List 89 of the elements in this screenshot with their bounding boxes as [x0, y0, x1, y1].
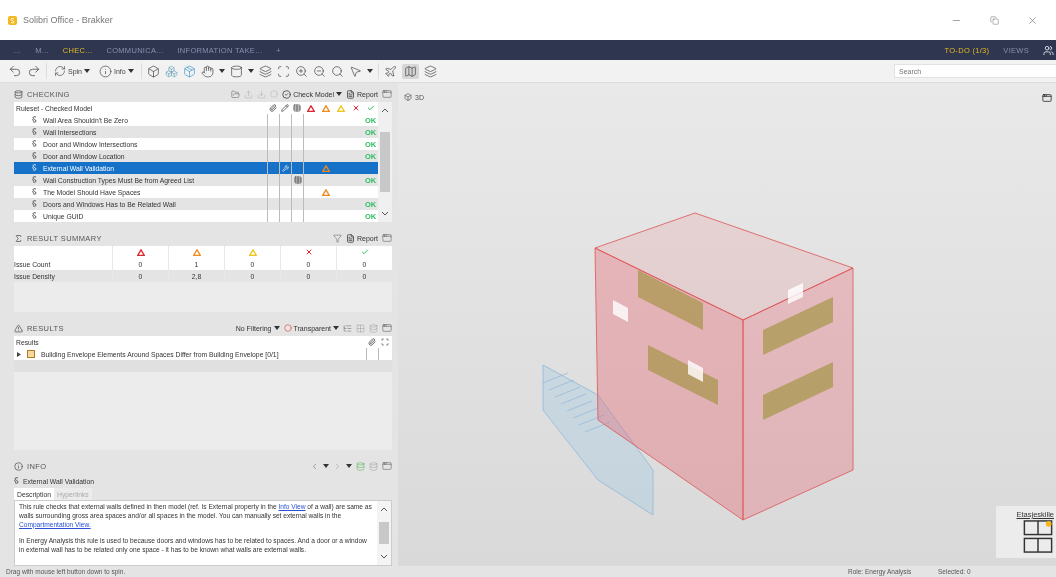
map-icon: [403, 64, 417, 78]
app-logo-icon: [8, 15, 17, 25]
section-icon: [14, 477, 19, 485]
scroll-down-icon[interactable]: [381, 555, 387, 559]
attachment-icon: [269, 104, 277, 112]
warning-icon: [14, 323, 23, 333]
circle-icon: [283, 324, 292, 332]
scan-icon: [381, 338, 389, 346]
zoom-fit-icon[interactable]: [276, 64, 290, 78]
sigma-icon: [14, 233, 23, 243]
rotate-icon: [54, 65, 66, 77]
high-severity-icon: [136, 248, 145, 256]
passed-icon: [360, 248, 369, 256]
filter-icon[interactable]: [333, 233, 342, 243]
rejected-icon: [304, 248, 313, 256]
scrollbar-thumb[interactable]: [379, 522, 389, 544]
back-icon[interactable]: [310, 461, 319, 471]
zoom-out-icon[interactable]: [312, 64, 326, 78]
people-icon[interactable]: [1043, 44, 1054, 56]
section-icon: [32, 140, 37, 148]
moderate-severity-icon: [321, 104, 330, 112]
moderate-severity-icon: [192, 248, 201, 256]
table-icon: [293, 104, 301, 112]
section-icon: [32, 128, 37, 136]
database-icon[interactable]: [369, 461, 378, 471]
restore-icon[interactable]: [989, 15, 999, 25]
caret-icon: [247, 69, 254, 73]
boxes-icon[interactable]: [164, 64, 178, 78]
plane-icon[interactable]: [383, 64, 397, 78]
scroll-up-icon[interactable]: [381, 507, 387, 511]
info-icon: [14, 461, 23, 471]
forward-icon[interactable]: [333, 461, 342, 471]
section-icon: [32, 152, 37, 160]
caret-icon: [346, 464, 352, 468]
zoom-window-icon[interactable]: [330, 64, 344, 78]
maximize-icon[interactable]: [1042, 93, 1052, 103]
caret-icon: [218, 69, 225, 73]
wrench-icon: [282, 164, 289, 172]
database-icon[interactable]: [356, 461, 365, 471]
caret-icon: [273, 326, 280, 330]
high-severity-icon: [306, 104, 315, 112]
check-circle-icon: [282, 89, 292, 99]
section-icon: [32, 164, 37, 172]
passed-icon: [366, 104, 375, 112]
moderate-severity-icon: [321, 188, 330, 196]
box-icon[interactable]: [146, 64, 160, 78]
window-title: Solibri Office - Brakker: [23, 15, 114, 25]
caret-icon: [366, 69, 373, 73]
tree-icon[interactable]: [343, 323, 352, 333]
undo-icon[interactable]: [8, 64, 22, 78]
close-icon[interactable]: [1026, 14, 1038, 26]
redo-icon[interactable]: [27, 64, 41, 78]
database-icon[interactable]: [369, 323, 378, 333]
section-icon: [32, 212, 37, 220]
low-severity-icon: [248, 248, 257, 256]
section-icon: [32, 188, 37, 196]
floor-plan-icon: [1022, 519, 1054, 554]
cube-icon[interactable]: [182, 64, 196, 78]
info-icon: [99, 64, 112, 78]
caret-icon: [336, 92, 342, 96]
pointer-icon[interactable]: [348, 64, 362, 78]
section-icon: [32, 200, 37, 208]
caret-icon: [127, 69, 134, 73]
section-icon: [32, 176, 37, 184]
scrollbar-thumb[interactable]: [380, 132, 390, 192]
document-icon: [346, 233, 355, 243]
attachment-icon: [368, 338, 376, 346]
rejected-icon: [351, 104, 360, 112]
zoom-in-icon[interactable]: [294, 64, 308, 78]
low-severity-icon: [336, 104, 345, 112]
cylinder-icon[interactable]: [229, 64, 243, 78]
expand-icon[interactable]: [17, 351, 21, 357]
grid-icon[interactable]: [356, 323, 365, 333]
moderate-severity-icon: [321, 164, 330, 172]
layers-icon[interactable]: [423, 64, 437, 78]
scroll-up-icon[interactable]: [382, 108, 388, 112]
caret-icon: [84, 69, 90, 73]
map-button[interactable]: [401, 63, 419, 79]
scroll-down-icon[interactable]: [382, 212, 388, 216]
caret-icon: [323, 464, 329, 468]
cube-icon: [404, 93, 412, 101]
section-icon: [32, 116, 37, 124]
caret-icon: [333, 326, 339, 330]
issue-icon: [27, 350, 35, 358]
hand-icon[interactable]: [200, 64, 214, 78]
pencil-icon: [281, 104, 289, 112]
folder-icon[interactable]: [231, 89, 241, 99]
document-icon: [346, 89, 355, 99]
table-icon: [293, 176, 302, 184]
